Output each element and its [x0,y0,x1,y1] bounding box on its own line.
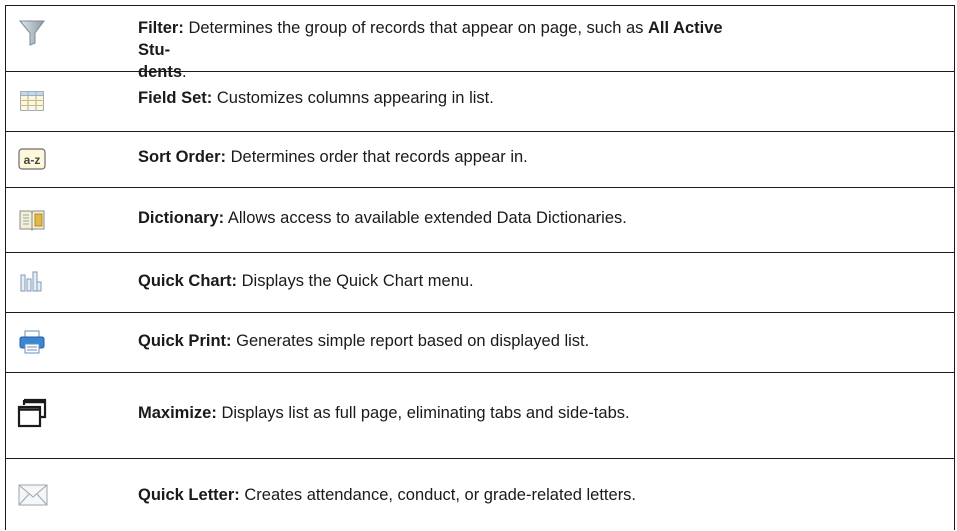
maximize-icon [17,398,47,428]
quick-letter-description: Quick Letter: Creates attendance, conduc… [138,486,637,504]
quick-print-icon [19,330,45,354]
sort-order-description: Sort Order: Determines order that record… [138,148,528,166]
quick-chart-icon [20,271,42,292]
sort-order-icon: a-z [18,148,46,170]
filter-icon [18,20,45,46]
quick-chart-description: Quick Chart: Displays the Quick Chart me… [138,272,474,290]
dictionary-icon [19,210,45,231]
field-set-icon [20,91,44,111]
svg-text:a-z: a-z [24,153,41,167]
table-row: Maximize: Displays list as full page, el… [6,373,954,459]
toolbar-icon-table: Filter: Determines the group of records … [5,5,955,530]
quick-letter-icon [18,484,48,506]
dictionary-description: Dictionary: Allows access to available e… [138,209,627,227]
table-row: Field Set: Customizes columns appearing … [6,72,954,132]
quick-print-description: Quick Print: Generates simple report bas… [138,332,590,350]
table-row: Dictionary: Allows access to available e… [6,188,954,253]
maximize-description: Maximize: Displays list as full page, el… [138,404,630,422]
table-row: a-z Sort Order: Determines order that re… [6,132,954,188]
table-row: Filter: Determines the group of records … [6,6,954,81]
table-row: Quick Chart: Displays the Quick Chart me… [6,253,954,313]
table-row: Quick Print: Generates simple report bas… [6,313,954,373]
table-row: Quick Letter: Creates attendance, conduc… [6,459,954,531]
field-set-description: Field Set: Customizes columns appearing … [138,89,494,107]
